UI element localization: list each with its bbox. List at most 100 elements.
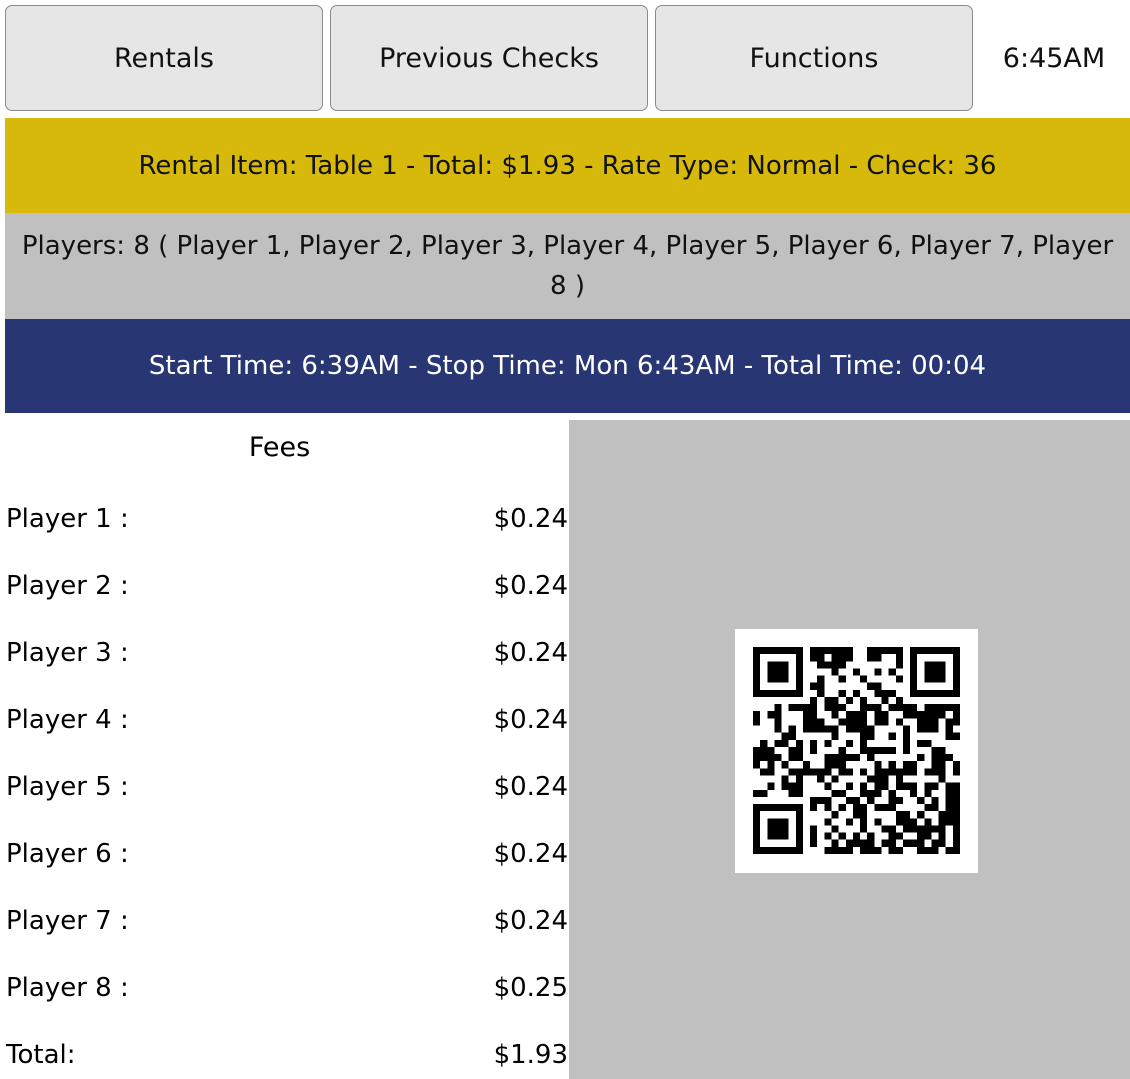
qr-module [845, 696, 853, 705]
qr-module [952, 704, 960, 712]
qr-module [881, 804, 889, 812]
qr-module [895, 647, 903, 655]
fee-label: Player 6 : [6, 839, 129, 869]
qr-module [810, 839, 818, 847]
qr-module [845, 839, 853, 847]
qr-module [867, 754, 875, 762]
qr-module [788, 754, 796, 762]
qr-module [810, 739, 818, 747]
qr-module [774, 647, 782, 655]
qr-module [781, 668, 789, 676]
qr-module [774, 846, 782, 854]
qr-module [795, 704, 803, 712]
qr-module [845, 768, 853, 776]
functions-button[interactable]: Functions [655, 5, 973, 111]
qr-module [910, 789, 918, 797]
qr-module [910, 768, 918, 776]
fee-label: Player 4 : [6, 705, 129, 735]
qr-module [774, 675, 782, 683]
qr-module [924, 647, 932, 655]
qr-module [952, 818, 960, 826]
qr-module [938, 811, 946, 819]
qr-module [767, 761, 775, 769]
qr-module [952, 804, 960, 812]
qr-module [910, 668, 918, 676]
qr-module [774, 689, 782, 697]
qr-module [810, 682, 818, 690]
qr-module [760, 689, 768, 697]
rentals-button[interactable]: Rentals [5, 5, 323, 111]
qr-module [860, 725, 868, 733]
qr-module [852, 796, 861, 805]
qr-module [924, 661, 932, 669]
qr-module [795, 846, 803, 854]
qr-module [924, 704, 932, 712]
fee-amount: $0.25 [493, 973, 568, 1003]
qr-module [753, 832, 761, 840]
qr-module [867, 654, 875, 662]
qr-module [931, 825, 939, 833]
fee-label: Player 7 : [6, 906, 129, 936]
qr-module [860, 704, 868, 712]
qr-module [910, 682, 918, 690]
qr-module [881, 711, 889, 719]
qr-module [924, 818, 932, 826]
qr-module [895, 718, 903, 726]
qr-module [874, 846, 882, 854]
qr-module [781, 818, 789, 826]
qr-module [902, 825, 911, 833]
qr-module [795, 811, 803, 819]
qr-module [924, 675, 932, 683]
qr-module [938, 825, 946, 833]
qr-module [952, 789, 960, 797]
qr-module [838, 804, 846, 812]
qr-module [831, 846, 839, 854]
qr-module [874, 789, 882, 797]
qr-module [910, 782, 918, 790]
qr-module [924, 825, 932, 833]
players-info-bar: Players: 8 ( Player 1, Player 2, Player … [5, 213, 1130, 319]
qr-module [774, 711, 782, 719]
qr-module [931, 839, 939, 847]
qr-module [952, 682, 960, 690]
fee-row: Player 4 : $0.24 [0, 705, 569, 749]
qr-module [917, 725, 925, 733]
rental-info-text: Rental Item: Table 1 - Total: $1.93 - Ra… [138, 150, 997, 181]
qr-module [902, 746, 911, 755]
qr-module [753, 682, 761, 690]
qr-module [788, 804, 796, 812]
qr-module [888, 704, 896, 712]
qr-module [824, 832, 832, 840]
qr-module [838, 761, 846, 769]
qr-module [838, 832, 846, 840]
qr-module [924, 789, 932, 797]
qr-module [888, 796, 896, 805]
qr-module [952, 661, 960, 669]
qr-module [888, 761, 896, 769]
qr-module [895, 675, 903, 683]
qr-module [824, 782, 832, 790]
qr-module [924, 711, 932, 719]
qr-module [867, 746, 875, 755]
fee-row: Player 2 : $0.24 [0, 571, 569, 615]
qr-module [824, 846, 832, 854]
qr-module [767, 668, 775, 676]
qr-module [774, 825, 782, 833]
qr-module [874, 746, 882, 755]
qr-module [781, 739, 789, 747]
qr-module [831, 661, 839, 669]
qr-module [767, 711, 775, 719]
qr-module [888, 668, 896, 676]
qr-module [852, 839, 861, 847]
fee-amount: $0.24 [493, 705, 568, 735]
qr-module [795, 789, 803, 797]
qr-module [795, 832, 803, 840]
qr-module [945, 647, 953, 655]
qr-module [924, 804, 932, 812]
qr-module [917, 689, 925, 697]
qr-module [802, 768, 811, 776]
previous-checks-button[interactable]: Previous Checks [330, 5, 648, 111]
fee-row: Player 6 : $0.24 [0, 839, 569, 883]
qr-module [931, 711, 939, 719]
qr-module [952, 689, 960, 697]
